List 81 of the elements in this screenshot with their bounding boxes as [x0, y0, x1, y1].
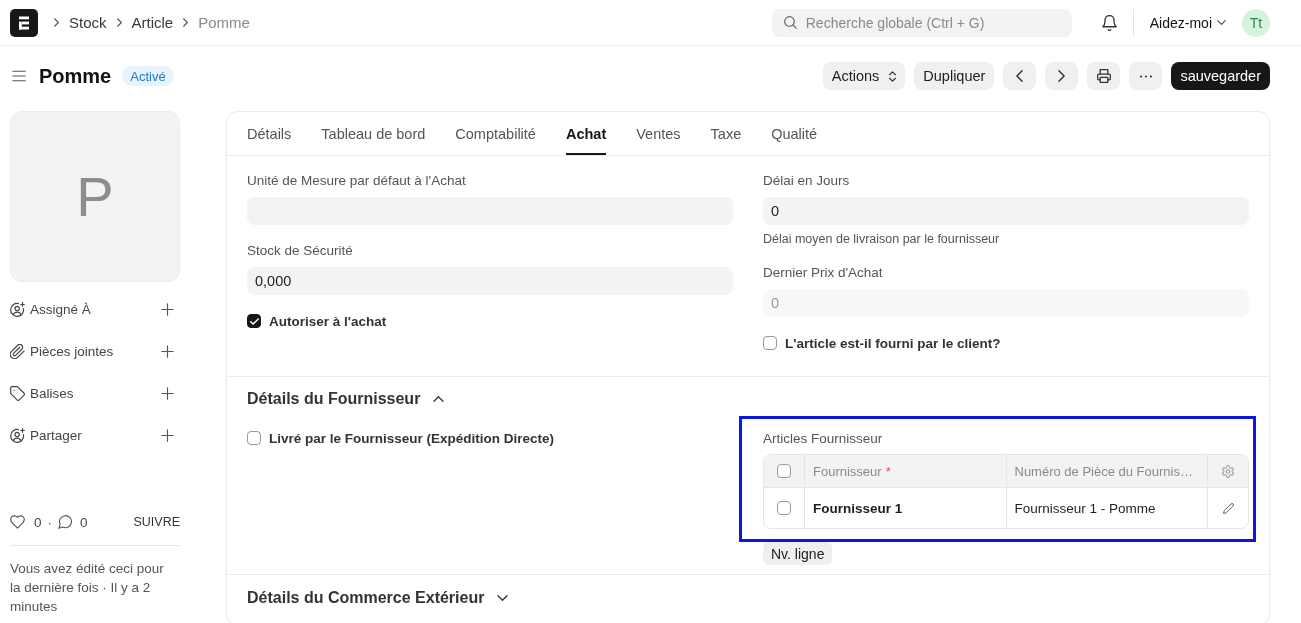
- tab[interactable]: Comptabilité: [455, 112, 536, 155]
- tag-icon: [10, 385, 25, 401]
- chevron-up-icon[interactable]: [433, 396, 445, 402]
- printer-icon: [1096, 69, 1111, 83]
- input-field[interactable]: 0,000: [247, 267, 733, 295]
- sidebar-label: Balises: [30, 385, 74, 401]
- section-heading[interactable]: Détails du Fournisseur: [247, 390, 421, 408]
- paperclip-icon: [10, 343, 25, 359]
- previous-button[interactable]: [1003, 62, 1037, 90]
- chevron-right-icon: [1058, 70, 1066, 82]
- chevron-down-icon: [1217, 20, 1226, 25]
- table-label: Articles Fournisseur: [763, 431, 883, 447]
- breadcrumb-link[interactable]: Article: [131, 14, 174, 31]
- save-button[interactable]: sauvegarder: [1171, 62, 1270, 90]
- checkbox-label: L'article est-il fourni par le client?: [785, 335, 1001, 351]
- checkbox[interactable]: [247, 314, 261, 328]
- tab[interactable]: Tableau de bord: [321, 112, 426, 155]
- app-logo-icon[interactable]: [10, 8, 38, 37]
- field-label: Unité de Mesure par défaut à l'Achat: [247, 173, 466, 189]
- checkbox[interactable]: [763, 336, 777, 350]
- check-icon: [249, 317, 259, 325]
- chevron-down-icon[interactable]: [497, 595, 509, 601]
- chevron-right-icon: [183, 18, 189, 27]
- comment-count: 0: [80, 514, 88, 530]
- section-heading[interactable]: Détails du Commerce Extérieur: [247, 589, 485, 607]
- table-cell: Fournisseur 1 - Pomme: [1014, 500, 1156, 516]
- sidebar-label: Partager: [30, 427, 82, 443]
- next-button[interactable]: [1045, 62, 1079, 90]
- read-only-field: 0: [763, 289, 1249, 317]
- tab[interactable]: Ventes: [636, 112, 681, 155]
- notification-bell-icon[interactable]: [1101, 14, 1117, 31]
- tab[interactable]: Taxe: [710, 112, 742, 155]
- input-field[interactable]: 0: [763, 197, 1249, 225]
- menu-icon[interactable]: [12, 70, 26, 82]
- plus-icon[interactable]: [161, 428, 174, 442]
- like-count: 0: [34, 514, 42, 530]
- status-badge: Activé: [122, 66, 174, 86]
- column-header: Fournisseur: [813, 463, 882, 479]
- checkbox[interactable]: [777, 501, 791, 515]
- tab[interactable]: Qualité: [771, 112, 818, 155]
- user-avatar[interactable]: Tt: [1242, 8, 1270, 37]
- field-description: Délai moyen de livraison par le fournisseur: [763, 231, 1000, 247]
- help-menu-button[interactable]: Aidez-moi: [1149, 14, 1226, 31]
- field-label: Dernier Prix d'Achat: [763, 265, 883, 281]
- field-label: Délai en Jours: [763, 173, 850, 189]
- checkbox[interactable]: [247, 431, 261, 445]
- sidebar-label: Assigné À: [30, 301, 91, 317]
- plus-icon[interactable]: [161, 344, 174, 358]
- required-mark: *: [885, 463, 891, 479]
- tab[interactable]: Détails: [247, 112, 292, 155]
- plus-icon[interactable]: [161, 302, 174, 316]
- table-cell: Fournisseur 1: [813, 500, 903, 516]
- checkbox[interactable]: [777, 464, 791, 478]
- print-button[interactable]: [1087, 62, 1121, 90]
- last-edit-text: Vous avez édité ceci pour la dernière fois · Il y a 2 minutes: [10, 560, 165, 616]
- tab[interactable]: Achat: [565, 112, 607, 155]
- pencil-icon[interactable]: [1222, 502, 1234, 514]
- column-header: Numéro de Pièce du Fournis…: [1014, 463, 1193, 479]
- add-row-button[interactable]: Nv. ligne: [763, 542, 833, 565]
- user-plus-icon: [10, 427, 25, 443]
- checkbox-label: Autoriser à l'achat: [269, 313, 387, 329]
- plus-icon[interactable]: [161, 386, 174, 400]
- follow-link[interactable]: SUIVRE: [133, 515, 180, 529]
- sidebar-label: Pièces jointes: [30, 343, 114, 359]
- user-plus-icon: [10, 301, 25, 317]
- chevron-up-down-icon: [889, 70, 897, 82]
- chevron-left-icon: [1016, 70, 1024, 82]
- page-title: Pomme: [39, 64, 112, 89]
- chevron-right-icon: [116, 18, 122, 27]
- heart-icon[interactable]: [10, 515, 25, 529]
- duplicate-button[interactable]: Dupliquer: [914, 62, 995, 90]
- more-icon: [1139, 74, 1152, 78]
- breadcrumb-link[interactable]: Stock: [69, 14, 107, 31]
- comment-icon[interactable]: [58, 515, 73, 529]
- breadcrumb-link[interactable]: Pomme: [198, 14, 250, 31]
- separator-dot: ·: [47, 514, 52, 530]
- field-label: Stock de Sécurité: [247, 243, 353, 259]
- checkbox-label: Livré par le Fournisseur (Expédition Directe): [269, 430, 555, 446]
- search-icon: [783, 16, 797, 29]
- actions-menu-button[interactable]: Actions: [822, 62, 906, 90]
- chevron-right-icon: [54, 18, 59, 27]
